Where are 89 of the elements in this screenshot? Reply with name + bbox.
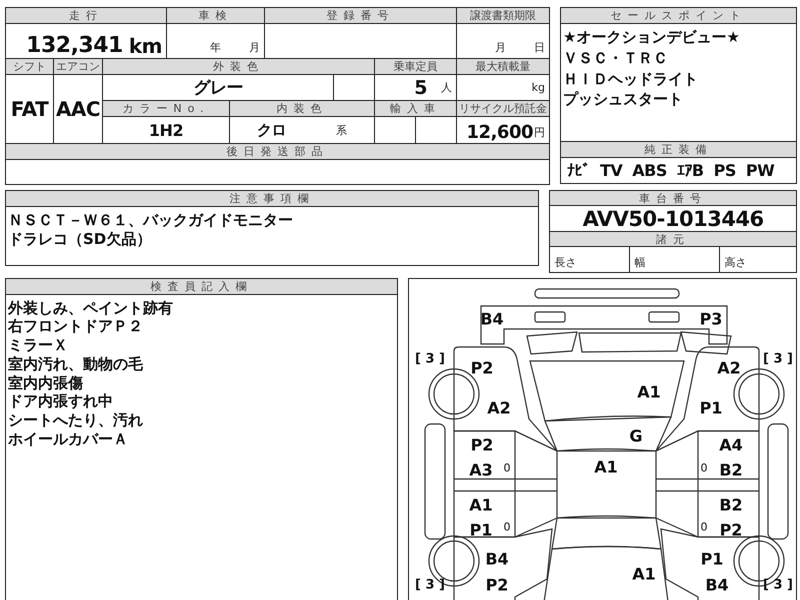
damage-code: P2 xyxy=(470,358,494,378)
sale-point-text: ★オークションデビュー★ xyxy=(563,28,741,47)
column-header: カラーNo. xyxy=(103,101,229,116)
note-text: ＮＳＣＴ－Ｗ６１、バックガイドモニター xyxy=(8,211,294,230)
damage-code: A1 xyxy=(594,458,618,476)
damage-code: A1 xyxy=(637,382,661,402)
inspector-note-text: 室内内張傷 xyxy=(8,374,84,392)
equipment-item: ｴｱB xyxy=(676,161,704,180)
damage-code: P1 xyxy=(700,550,724,568)
column-header: エアコン xyxy=(54,59,102,74)
unit-label: kg xyxy=(532,81,545,94)
damage-code: P2 xyxy=(470,436,494,454)
interior-color-value: クロ xyxy=(257,120,286,140)
mileage-value: 132,341 xyxy=(26,33,123,58)
unit-label: 系 xyxy=(336,122,347,138)
spec-field: 長さ xyxy=(550,247,630,272)
damage-code: B4 xyxy=(485,550,509,568)
damage-code: A1 xyxy=(469,496,493,514)
damage-code: A1 xyxy=(632,564,656,584)
air-conditioner-value: AAC xyxy=(56,97,100,121)
column-header: 譲渡書類期限 xyxy=(457,8,549,23)
column-header: 乗車定員 xyxy=(375,59,456,74)
column-header: 最大積載量 xyxy=(457,59,549,74)
chassis-number: AVV50-1013446 xyxy=(582,206,764,230)
equipment-item: PW xyxy=(746,161,774,180)
note-text: ドラレコ（SD欠品） xyxy=(8,230,152,248)
recycle-fee-value: 12,600 xyxy=(466,122,533,143)
column-header: 外装色 xyxy=(103,59,374,74)
inspector-note-text: ホイールカバーＡ xyxy=(8,430,129,449)
equipment-item: ABS xyxy=(632,161,667,180)
section-header: 純正装備 xyxy=(561,142,796,157)
column-header: 登録番号 xyxy=(265,8,456,23)
damage-code: [ 3 ] xyxy=(763,352,793,366)
equipment-item: ﾅﾋﾞ xyxy=(567,161,590,180)
unit-label: km xyxy=(128,34,162,58)
spec-field: 幅 xyxy=(630,247,720,272)
damage-code: 0 xyxy=(700,462,708,474)
inspector-note-text: 室内汚れ、動物の毛 xyxy=(8,354,144,374)
inspector-note-text: ミラーＸ xyxy=(8,336,69,355)
inspector-note-text: ドア内張すれ中 xyxy=(8,392,114,412)
column-header: 後日発送部品 xyxy=(6,144,549,159)
damage-code: P2 xyxy=(486,576,508,594)
section-header: 注意事項欄 xyxy=(6,191,538,206)
damage-code: P1 xyxy=(470,520,492,540)
damage-code: 0 xyxy=(700,520,708,534)
section-header: 車台番号 xyxy=(550,191,796,205)
damage-code: 0 xyxy=(504,520,510,534)
damage-code: P3 xyxy=(700,310,722,328)
column-header: 走行 xyxy=(6,8,166,23)
column-header: 内装色 xyxy=(230,101,374,116)
damage-code: B2 xyxy=(719,460,743,480)
damage-code: A4 xyxy=(719,436,743,454)
column-header: リサイクル預託金 xyxy=(457,101,549,116)
damage-code: P1 xyxy=(700,398,722,418)
capacity-value: 5 xyxy=(414,76,427,98)
damage-code: [ 3 ] xyxy=(415,352,445,366)
color-number-value: 1H2 xyxy=(148,120,184,140)
unit-label: 円 xyxy=(534,125,545,140)
section-header: 諸元 xyxy=(550,232,796,246)
unit-label: 月 xyxy=(495,40,506,55)
damage-code: P2 xyxy=(720,520,742,540)
equipment-item: PS xyxy=(714,161,736,180)
damage-code: G xyxy=(629,426,643,446)
sale-point-text: プッシュスタート xyxy=(563,90,684,109)
column-header: 車検 xyxy=(167,8,264,23)
damage-code: B4 xyxy=(480,310,504,328)
shift-value: FAT xyxy=(10,97,48,121)
damage-code: 0 xyxy=(504,462,510,474)
unit-label: 年 xyxy=(210,40,221,55)
unit-label: 日 xyxy=(534,40,545,55)
damage-code: B2 xyxy=(719,496,743,514)
unit-label: 人 xyxy=(441,80,452,95)
section-header: 検査員記入欄 xyxy=(6,279,397,294)
column-header: シフト xyxy=(6,59,53,74)
sale-point-text: ＨＩＤヘッドライト xyxy=(563,70,699,88)
section-header: セールスポイント xyxy=(561,8,796,23)
damage-code: A2 xyxy=(717,358,741,378)
inspector-note-text: 右フロントドアＰ２ xyxy=(8,317,144,336)
unit-label: 月 xyxy=(249,40,260,55)
sale-point-text: ＶＳＣ・ＴＲＣ xyxy=(563,48,669,68)
damage-code: A2 xyxy=(487,398,511,418)
column-header: 輸入車 xyxy=(375,101,456,116)
damage-code: B4 xyxy=(705,576,729,594)
exterior-color-value: グレー xyxy=(193,77,243,99)
spec-field: 高さ xyxy=(720,247,796,272)
inspector-note-text: 外装しみ、ペイント跡有 xyxy=(8,298,174,318)
damage-code: A3 xyxy=(469,460,493,480)
equipment-item: TV xyxy=(600,161,622,180)
inspector-note-text: シートへたり、汚れ xyxy=(8,411,144,430)
